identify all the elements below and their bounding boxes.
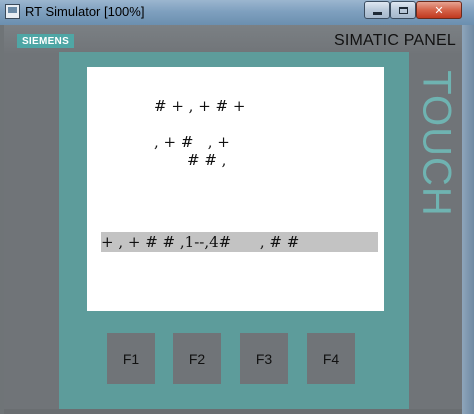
window-title: RT Simulator [100%] [25, 4, 145, 19]
minimize-button[interactable] [364, 1, 390, 19]
status-bar-text: + , + # # ,1--,4# , # # [101, 233, 300, 251]
screen-status-bar: + , + # # ,1--,4# , # # [101, 232, 378, 252]
screen-text-line-2: , + # , + [154, 133, 230, 151]
f1-key[interactable]: F1 [107, 333, 155, 384]
maximize-button[interactable] [390, 1, 416, 19]
f4-key[interactable]: F4 [307, 333, 355, 384]
window-right-edge [462, 25, 474, 414]
siemens-logo: SIEMENS [17, 34, 74, 48]
window-titlebar[interactable]: RT Simulator [100%] ✕ [0, 0, 474, 25]
screen-text-line-1: # + , + # + [154, 97, 246, 115]
f2-key[interactable]: F2 [173, 333, 221, 384]
f3-key[interactable]: F3 [240, 333, 288, 384]
app-icon [5, 4, 20, 19]
touch-label-text: TOUCH [414, 69, 459, 217]
hmi-screen[interactable]: # + , + # + , + # , + # # , + , + # # ,1… [87, 67, 384, 311]
maximize-icon [398, 6, 408, 14]
close-button[interactable]: ✕ [416, 1, 462, 19]
minimize-icon [372, 12, 382, 15]
touch-label: TOUCH [411, 53, 461, 233]
panel-brand-label: SIMATIC PANEL [333, 32, 456, 49]
hmi-panel: SIEMENS SIMATIC PANEL TOUCH # + , + # + … [4, 25, 462, 414]
screen-text-line-3: # # , [187, 151, 227, 169]
close-icon: ✕ [434, 3, 444, 17]
panel-bottom-edge [4, 409, 462, 414]
